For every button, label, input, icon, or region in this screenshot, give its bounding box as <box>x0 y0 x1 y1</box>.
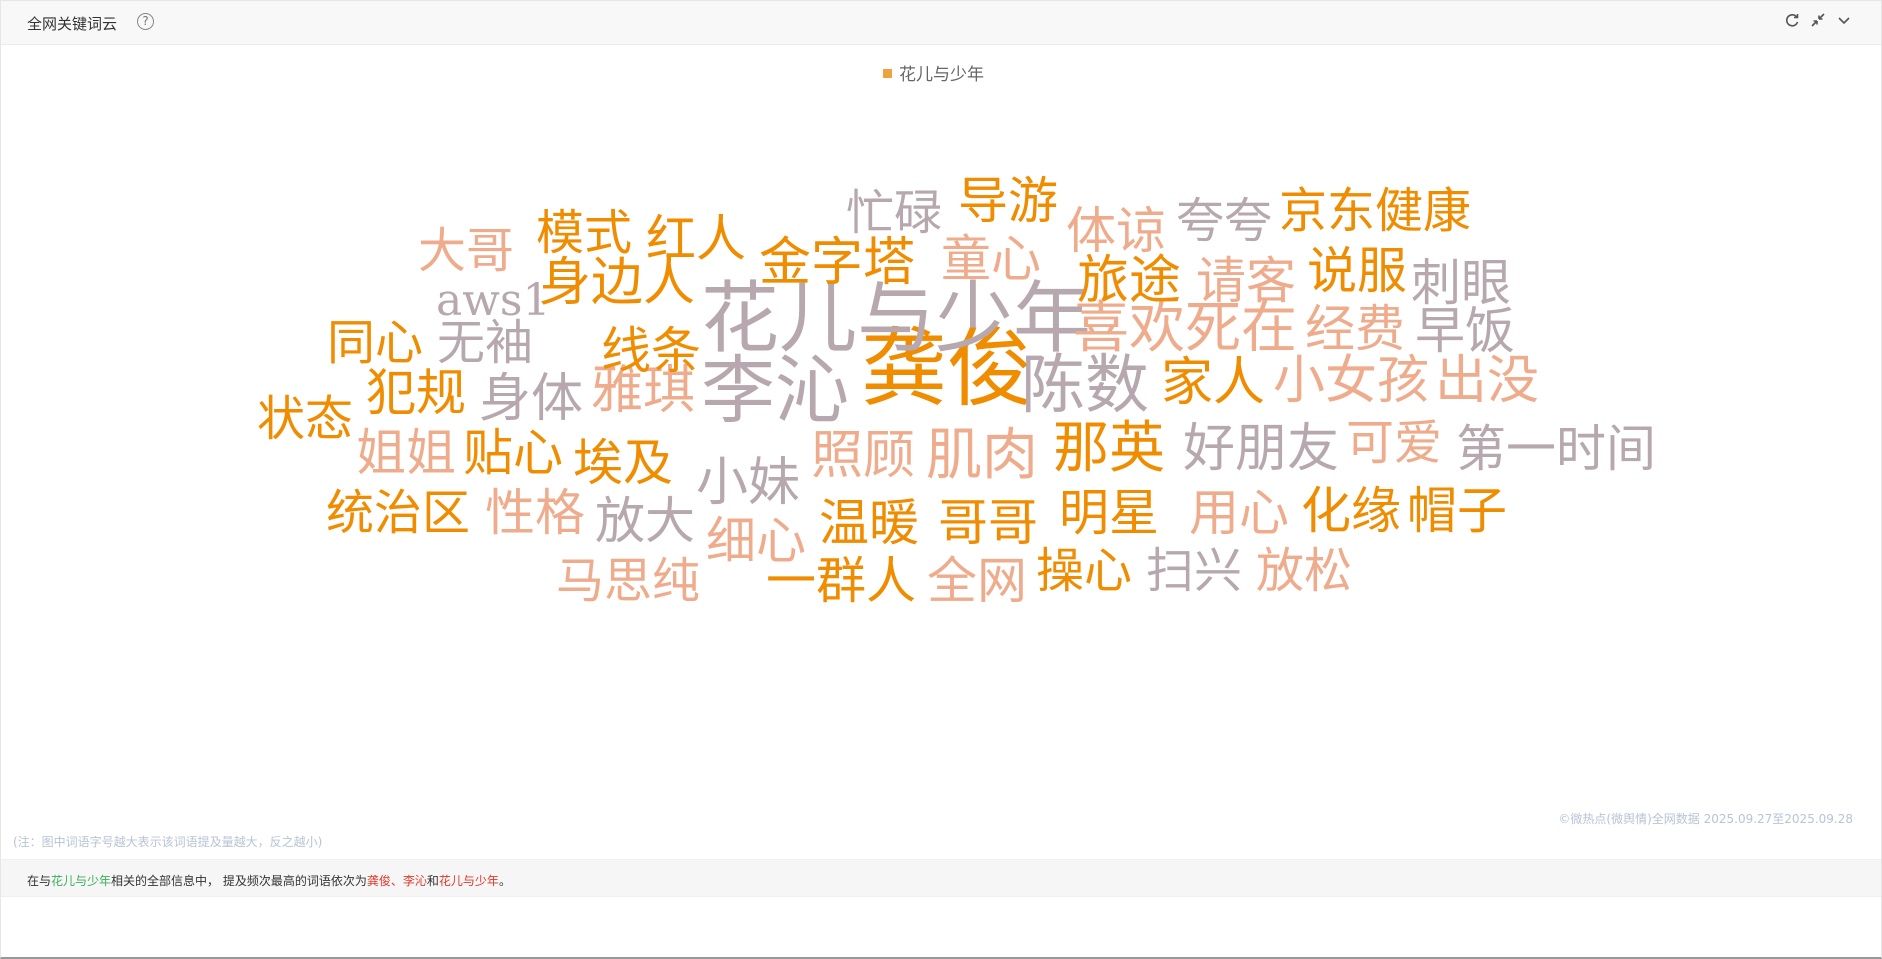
cloud-word-43[interactable]: 早饭 <box>1415 306 1515 356</box>
summary-text: 在与花儿与少年相关的全部信息中， 提及频次最高的词语依次为龚俊、李沁和花儿与少年… <box>27 872 511 889</box>
cloud-word-50[interactable]: 导游 <box>958 176 1058 226</box>
cloud-word-17[interactable]: 旅途 <box>1077 255 1181 307</box>
cloud-word-39[interactable]: 化缘 <box>1301 486 1401 536</box>
cloud-word-38[interactable]: 用心 <box>1189 488 1289 538</box>
cloud-word-47[interactable]: 夸夸 <box>1176 197 1272 245</box>
summary-top3: 花儿与少年 <box>438 874 499 888</box>
cloud-word-37[interactable]: 马思纯 <box>556 557 700 605</box>
summary-subject: 花儿与少年 <box>51 874 112 888</box>
cloud-word-21[interactable]: 京东健康 <box>1279 187 1471 235</box>
cloud-word-13[interactable]: 金字塔 <box>759 237 915 289</box>
cloud-word-40[interactable]: 帽子 <box>1407 486 1507 536</box>
cloud-word-51[interactable]: 忙碌 <box>846 189 942 237</box>
cloud-word-34[interactable]: 操心 <box>1036 547 1132 595</box>
cloud-word-54[interactable]: 大哥 <box>418 227 514 275</box>
summary-end: 。 <box>498 874 511 888</box>
cloud-word-32[interactable]: 一群人 <box>766 556 916 606</box>
cloud-word-24[interactable]: 犯规 <box>366 368 466 418</box>
cloud-word-41[interactable]: 可爱 <box>1346 419 1442 467</box>
summary-top1: 龚俊 <box>366 874 391 888</box>
cloud-word-4[interactable]: 陈数 <box>1021 354 1149 418</box>
cloud-word-59[interactable]: 状态 <box>257 395 353 443</box>
cloud-word-33[interactable]: 全网 <box>927 556 1027 606</box>
cloud-word-10[interactable]: 出没 <box>1435 355 1539 407</box>
cloud-word-18[interactable]: 明星 <box>1059 488 1159 538</box>
cloud-word-27[interactable]: 姐姐 <box>356 428 456 478</box>
cloud-word-11[interactable]: 好朋友 <box>1183 423 1339 475</box>
summary-prefix: 在与 <box>27 874 52 888</box>
cloud-word-6[interactable]: 肌肉 <box>926 428 1038 484</box>
cloud-word-28[interactable]: 统治区 <box>326 489 470 537</box>
cloud-word-16[interactable]: 照顾 <box>811 430 915 482</box>
cloud-word-48[interactable]: 体谅 <box>1066 206 1166 256</box>
cloud-word-23[interactable]: 埃及 <box>573 438 673 488</box>
cloud-word-46[interactable]: 请客 <box>1196 256 1296 306</box>
summary-middle: 相关的全部信息中， 提及频次最高的词语依次为 <box>111 874 367 888</box>
cloud-word-45[interactable]: 刺眼 <box>1411 258 1511 308</box>
cloud-word-12[interactable]: 第一时间 <box>1456 424 1656 474</box>
cloud-word-2[interactable]: 李沁 <box>701 354 849 428</box>
size-legend-note: (注：图中词语字号越大表示该词语提及量越大，反之越小) <box>13 835 323 849</box>
keyword-cloud-panel: 全网关键词云 ? 花儿与少年 龚俊 李沁 花儿与少年 陈数 那英 肌肉 家人 喜欢死在 小女孩出… <box>0 0 1882 959</box>
cloud-word-7[interactable]: 家人 <box>1161 357 1265 409</box>
data-source-note: ©微热点(微舆情)全网数据 2025.09.27至2025.09.28 <box>1558 812 1853 826</box>
cloud-word-52[interactable]: 红人 <box>646 214 746 264</box>
cloud-word-29[interactable]: 性格 <box>485 488 585 538</box>
cloud-word-30[interactable]: 放大 <box>595 496 695 546</box>
word-cloud: 龚俊 李沁 花儿与少年 陈数 那英 肌肉 家人 喜欢死在 小女孩 出没 好朋友 第一时间 金字塔 身边人雅… <box>1 1 1881 851</box>
cloud-word-36[interactable]: 放松 <box>1256 547 1352 595</box>
cloud-word-9[interactable]: 小女孩 <box>1273 355 1429 407</box>
cloud-word-56[interactable]: 同心 <box>327 319 423 367</box>
cloud-word-20[interactable]: 哥哥 <box>938 498 1038 548</box>
cloud-word-5[interactable]: 那英 <box>1053 421 1165 477</box>
summary-sep2: 和 <box>426 874 439 888</box>
cloud-word-57[interactable]: 无袖 <box>437 319 533 367</box>
cloud-word-44[interactable]: 说服 <box>1307 246 1407 296</box>
cloud-word-35[interactable]: 扫兴 <box>1146 547 1242 595</box>
cloud-word-22[interactable]: 小妹 <box>696 457 800 509</box>
cloud-word-26[interactable]: 贴心 <box>463 428 563 478</box>
summary-sep1: 、 <box>390 874 403 888</box>
cloud-word-42[interactable]: 经费 <box>1305 304 1405 354</box>
cloud-word-25[interactable]: 身体 <box>479 373 583 425</box>
cloud-word-53[interactable]: 模式 <box>536 209 632 257</box>
cloud-word-19[interactable]: 温暖 <box>819 498 919 548</box>
summary-top2: 李沁 <box>402 874 427 888</box>
summary-bar: 在与花儿与少年相关的全部信息中， 提及频次最高的词语依次为龚俊、李沁和花儿与少年… <box>1 859 1881 897</box>
cloud-word-49[interactable]: 童心 <box>941 234 1041 284</box>
cloud-word-58[interactable]: 线条 <box>601 326 701 376</box>
